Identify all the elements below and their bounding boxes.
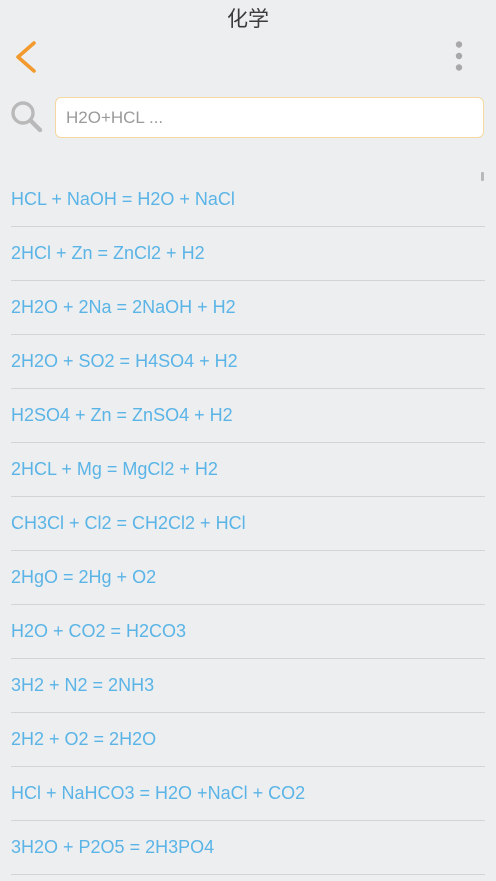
list-item[interactable]: 2HCL + Mg = MgCl2 + H2 (0, 443, 496, 497)
reaction-label: H2SO4 + Zn = ZnSO4 + H2 (11, 405, 233, 425)
search-icon (10, 100, 44, 134)
more-vertical-icon (455, 41, 463, 71)
page-title: 化学 (227, 7, 269, 31)
reaction-label: 3H2O + P2O5 = 2H3PO4 (11, 837, 215, 857)
reaction-label: 2HCL + Mg = MgCl2 + H2 (11, 459, 218, 479)
reaction-label: 2HCl + Zn = ZnCl2 + H2 (11, 243, 205, 263)
reaction-label: 3H2 + N2 = 2NH3 (11, 675, 155, 695)
list-item[interactable]: H2O + CO2 = H2CO3 (0, 605, 496, 659)
list-item[interactable]: H2SO4 + Zn = ZnSO4 + H2 (0, 389, 496, 443)
list-item[interactable]: 2H2O + SO2 = H4SO4 + H2 (0, 335, 496, 389)
list-item[interactable]: 2HgO = 2Hg + O2 (0, 551, 496, 605)
reaction-label: CH3Cl + Cl2 = CH2Cl2 + HCl (11, 513, 246, 533)
reaction-label: HCL + NaOH = H2O + NaCl (11, 189, 235, 209)
list-item[interactable]: 2HCl + Zn = ZnCl2 + H2 (0, 227, 496, 281)
search-input[interactable] (55, 97, 484, 138)
list-item[interactable]: HCL + NaOH = H2O + NaCl (0, 173, 496, 227)
list-item[interactable]: 3H2 + N2 = 2NH3 (0, 659, 496, 713)
more-options-button[interactable] (444, 38, 474, 78)
list-item[interactable]: 3H2O + P2O5 = 2H3PO4 (0, 821, 496, 875)
reaction-label: 2H2 + O2 = 2H2O (11, 729, 157, 749)
reaction-list: HCL + NaOH = H2O + NaCl 2HCl + Zn = ZnCl… (0, 173, 496, 875)
reaction-label: H2O + CO2 = H2CO3 (11, 621, 187, 641)
list-item[interactable]: HCl + NaHCO3 = H2O +NaCl + CO2 (0, 767, 496, 821)
list-item[interactable]: 2H2O + 2Na = 2NaOH + H2 (0, 281, 496, 335)
list-item[interactable]: CH3Cl + Cl2 = CH2Cl2 + HCl (0, 497, 496, 551)
reaction-label: 2HgO = 2Hg + O2 (11, 567, 157, 587)
list-item[interactable]: 2H2 + O2 = 2H2O (0, 713, 496, 767)
reaction-label: HCl + NaHCO3 = H2O +NaCl + CO2 (11, 783, 306, 803)
chevron-left-icon (16, 41, 36, 73)
back-button[interactable] (8, 38, 44, 78)
reaction-label: 2H2O + 2Na = 2NaOH + H2 (11, 297, 236, 317)
reaction-label: 2H2O + SO2 = H4SO4 + H2 (11, 351, 238, 371)
divider (11, 874, 485, 875)
title-bar: 化学 (0, 0, 496, 32)
